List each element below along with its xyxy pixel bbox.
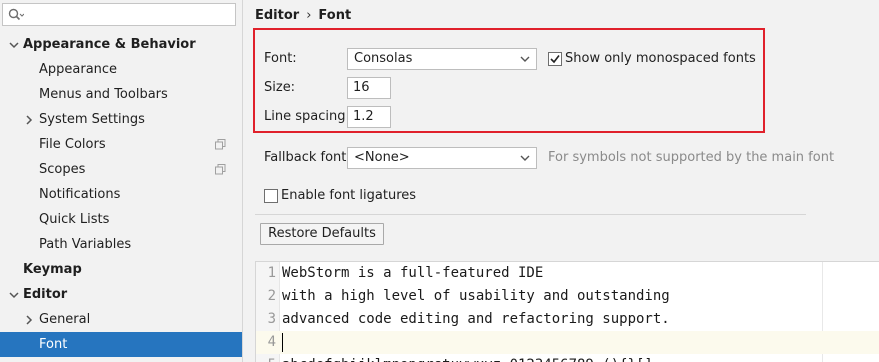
chevron-down-icon <box>520 56 530 62</box>
copy-icon <box>215 139 226 150</box>
code-line: 1 WebStorm is a full-featured IDE <box>256 262 879 285</box>
tree-item-editor[interactable]: Editor <box>0 282 242 307</box>
breadcrumb: Editor › Font <box>255 7 351 25</box>
line-number: 5 <box>256 354 276 362</box>
breadcrumb-current: Font <box>318 8 352 23</box>
tree-item-label: Appearance & Behavior <box>23 37 196 52</box>
fallback-font-hint: For symbols not supported by the main fo… <box>548 150 835 165</box>
tree-item-label: Menus and Toolbars <box>39 87 168 102</box>
tree-item-menus-toolbars[interactable]: Menus and Toolbars <box>0 82 242 107</box>
restore-defaults-button[interactable]: Restore Defaults <box>260 223 384 245</box>
size-label: Size: <box>264 80 296 95</box>
monospaced-checkbox[interactable] <box>548 52 562 66</box>
tree-item-label: Editor <box>23 287 68 302</box>
monospaced-label[interactable]: Show only monospaced fonts <box>565 51 756 66</box>
tree-item-label: Path Variables <box>39 237 132 252</box>
tree-item-label: File Colors <box>39 137 106 152</box>
checkmark-icon <box>550 55 560 64</box>
line-text: WebStorm is a full-featured IDE <box>282 265 544 281</box>
chevron-right-icon[interactable] <box>24 307 34 332</box>
ligatures-label[interactable]: Enable font ligatures <box>281 188 416 203</box>
tree-item-general[interactable]: General <box>0 307 242 332</box>
tree-item-scopes[interactable]: Scopes <box>0 157 242 182</box>
copy-icon <box>215 164 226 175</box>
search-input[interactable] <box>27 5 227 23</box>
code-line: 2 with a high level of usability and out… <box>256 285 879 308</box>
settings-sidebar: Appearance & Behavior Appearance Menus a… <box>0 0 243 362</box>
tree-item-appearance[interactable]: Appearance <box>0 57 242 82</box>
code-line: 5 abcdefghijklmnopqrstuvwxyz 0123456789 … <box>256 354 879 362</box>
tree-item-label: Notifications <box>39 187 121 202</box>
tree-item-label: System Settings <box>39 112 145 127</box>
chevron-down-icon <box>520 155 530 161</box>
fallback-font-dropdown[interactable]: <None> <box>347 147 537 169</box>
tree-item-quick-lists[interactable]: Quick Lists <box>0 207 242 232</box>
line-spacing-input[interactable]: 1.2 <box>347 106 391 128</box>
breadcrumb-separator-icon: › <box>306 8 312 23</box>
text-caret <box>282 333 283 352</box>
tree-item-label: Quick Lists <box>39 212 110 227</box>
line-text: with a high level of usability and outst… <box>282 288 670 304</box>
font-label: Font: <box>264 51 297 66</box>
line-text: abcdefghijklmnopqrstuvwxyz 0123456789 ()… <box>282 354 653 362</box>
code-line: 3 advanced code editing and refactoring … <box>256 308 879 331</box>
tree-item-system-settings[interactable]: System Settings <box>0 107 242 132</box>
settings-search-box[interactable] <box>2 3 236 26</box>
tree-item-label: Keymap <box>23 262 82 277</box>
tree-item-keymap[interactable]: Keymap <box>0 257 242 282</box>
line-number: 2 <box>267 288 276 304</box>
current-code-line: 4 <box>256 331 879 354</box>
line-number: 3 <box>267 311 276 327</box>
tree-item-appearance-behavior[interactable]: Appearance & Behavior <box>0 32 242 57</box>
font-dropdown-value: Consolas <box>354 51 413 66</box>
tree-item-label: Appearance <box>39 62 118 77</box>
tree-item-path-variables[interactable]: Path Variables <box>0 232 242 257</box>
size-input[interactable]: 16 <box>347 77 391 99</box>
tree-item-notifications[interactable]: Notifications <box>0 182 242 207</box>
tree-item-label: Scopes <box>39 162 86 177</box>
font-dropdown[interactable]: Consolas <box>347 48 537 70</box>
ligatures-checkbox[interactable] <box>264 189 278 203</box>
separator <box>255 214 806 215</box>
chevron-down-icon[interactable] <box>9 32 19 57</box>
fallback-font-label: Fallback font: <box>264 150 351 165</box>
fallback-font-value: <None> <box>354 150 410 165</box>
tree-item-font[interactable]: Font <box>0 332 242 357</box>
chevron-down-icon[interactable] <box>9 282 19 307</box>
search-icon <box>8 8 24 21</box>
line-number: 1 <box>267 265 276 281</box>
line-number: 4 <box>267 334 276 350</box>
tree-item-label: Font <box>39 337 68 352</box>
tree-item-file-colors[interactable]: File Colors <box>0 132 242 157</box>
font-preview-editor[interactable]: 1 WebStorm is a full-featured IDE 2 with… <box>255 261 879 362</box>
breadcrumb-parent[interactable]: Editor <box>255 8 299 23</box>
chevron-right-icon[interactable] <box>24 107 34 132</box>
line-text: advanced code editing and refactoring su… <box>282 311 670 327</box>
tree-item-label: General <box>39 312 91 327</box>
line-spacing-label: Line spacing: <box>264 109 350 124</box>
